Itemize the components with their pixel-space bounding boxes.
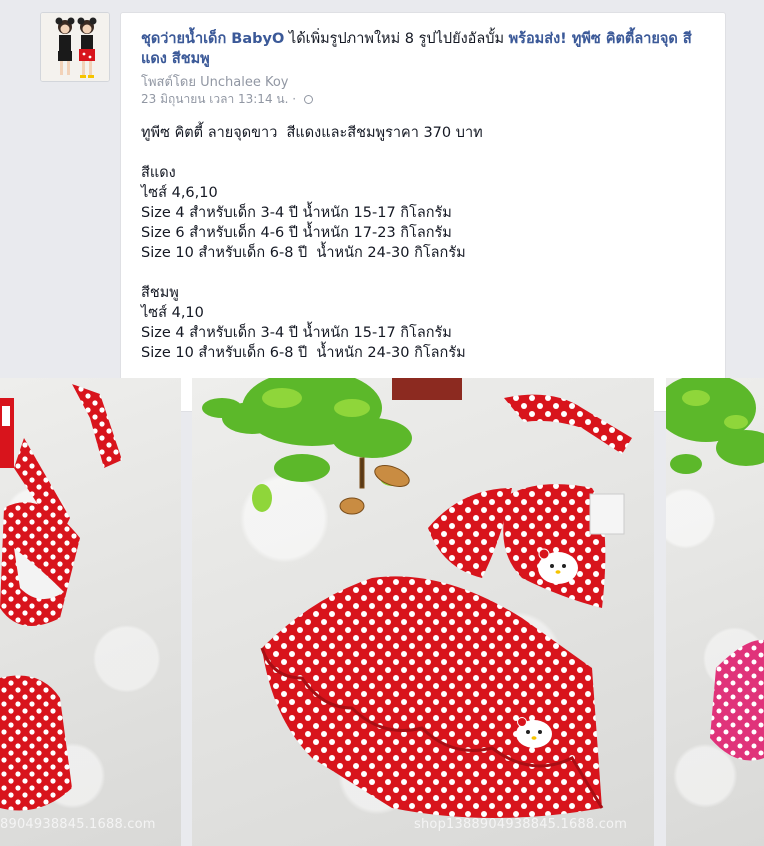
- post-body-line: Size 10 สำหรับเด็ก 6-8 ปี น้ำหนัก 24-30 …: [141, 245, 466, 261]
- swimsuit-red-hello-kitty-image: [202, 378, 632, 818]
- swimsuit-pink-image: [666, 378, 764, 761]
- photo-watermark: shop1388904938845.1688.com: [414, 817, 628, 832]
- photo-left[interactable]: 8904938845.1688.com: [0, 378, 181, 846]
- swimsuit-red-image: [0, 384, 122, 811]
- globe-icon[interactable]: [303, 95, 313, 104]
- post-action-text: ได้เพิ่มรูปภาพใหม่ 8 รูปไปยังอัลบั้ม: [284, 31, 509, 47]
- post-card: ชุดว่ายน้ำเด็ก BabyO ได้เพิ่มรูปภาพใหม่ …: [120, 12, 726, 412]
- photo-watermark: 8904938845.1688.com: [0, 817, 156, 832]
- post-meta: 23 มิถุนายน เวลา 13:14 น. ·: [141, 90, 313, 109]
- meta-separator: ·: [292, 92, 297, 106]
- post-body-line: ทูพีซ คิตตี้ ลายจุดขาว สีแดงและสีชมพูราค…: [141, 125, 483, 141]
- avatar-image: [41, 13, 109, 81]
- page-avatar[interactable]: [40, 12, 110, 82]
- photo-center[interactable]: shop1388904938845.1688.com: [192, 378, 654, 846]
- photo-right[interactable]: [666, 378, 764, 846]
- post-timestamp[interactable]: 23 มิถุนายน เวลา 13:14 น.: [141, 92, 288, 106]
- post-headline: ชุดว่ายน้ำเด็ก BabyO ได้เพิ่มรูปภาพใหม่ …: [141, 29, 711, 69]
- post-body-line: Size 10 สำหรับเด็ก 6-8 ปี น้ำหนัก 24-30 …: [141, 345, 466, 361]
- posted-by: โพสต์โดย Unchalee Koy: [141, 75, 289, 90]
- page-name-link[interactable]: ชุดว่ายน้ำเด็ก BabyO: [141, 31, 284, 47]
